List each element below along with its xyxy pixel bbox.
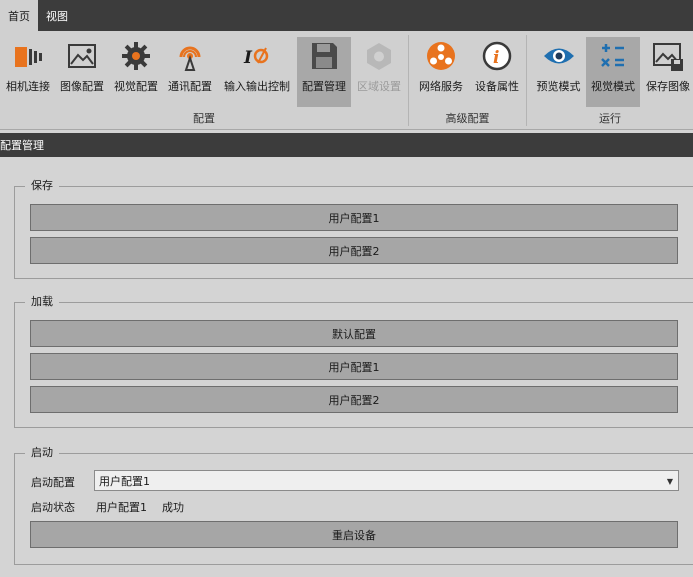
startup-group-title: 启动: [25, 446, 59, 460]
tab-view[interactable]: 视图: [38, 0, 76, 31]
save-image-button[interactable]: 保存图像: [642, 37, 693, 107]
eye-icon: [542, 39, 576, 73]
device-props-label: 设备属性: [475, 80, 519, 93]
ribbon-group-advanced-label: 高级配置: [445, 112, 490, 125]
vision-mode-button[interactable]: 视觉模式: [586, 37, 640, 107]
save-group-title: 保存: [25, 179, 59, 193]
comm-config-button[interactable]: 通讯配置: [164, 37, 216, 107]
region-icon: [362, 39, 396, 73]
section-title-bar: 配置管理: [0, 133, 693, 157]
preview-mode-label: 预览模式: [536, 80, 581, 93]
vision-config-label: 视觉配置: [114, 80, 158, 93]
ribbon-toolbar: 相机连接 图像配置 视觉配置 通讯配置 I 输入输出控制 配置管理 区域设置 配…: [0, 31, 693, 130]
io-icon: I: [240, 39, 274, 73]
section-title: 配置管理: [0, 139, 44, 152]
image-config-button[interactable]: 图像配置: [56, 37, 108, 107]
info-icon: i: [480, 39, 514, 73]
camera-connect-label: 相机连接: [6, 80, 50, 93]
load-default-config-button[interactable]: 默认配置: [30, 320, 678, 347]
restart-device-button[interactable]: 重启设备: [30, 521, 678, 548]
network-service-label: 网络服务: [419, 80, 463, 93]
vision-config-button[interactable]: 视觉配置: [110, 37, 162, 107]
load-group-title: 加载: [25, 295, 59, 309]
startup-status-config: 用户配置1: [96, 501, 147, 514]
save-image-icon: [651, 39, 685, 73]
network-service-button[interactable]: 网络服务: [415, 37, 467, 107]
startup-status-label: 启动状态: [31, 501, 75, 514]
startup-config-value: 用户配置1: [99, 474, 150, 488]
gear-icon: [119, 39, 153, 73]
device-props-button[interactable]: i 设备属性: [471, 37, 523, 107]
config-manage-button[interactable]: 配置管理: [297, 37, 351, 107]
region-settings-button[interactable]: 区域设置: [353, 37, 405, 107]
io-control-label: 输入输出控制: [224, 80, 290, 93]
image-config-label: 图像配置: [60, 80, 104, 93]
vision-mode-label: 视觉模式: [591, 80, 635, 93]
load-user-config-1-button[interactable]: 用户配置1: [30, 353, 678, 380]
svg-text:i: i: [493, 48, 499, 68]
antenna-icon: [173, 39, 207, 73]
config-manage-label: 配置管理: [302, 80, 346, 93]
camera-connect-icon: [11, 39, 45, 73]
region-settings-label: 区域设置: [357, 80, 401, 93]
tab-home[interactable]: 首页: [0, 0, 38, 31]
floppy-icon: [307, 39, 341, 73]
ribbon-group-run: 预览模式 视觉模式 保存图像 运行: [527, 31, 693, 130]
network-icon: [424, 39, 458, 73]
calculator-icon: [596, 39, 630, 73]
ribbon-group-run-label: 运行: [599, 112, 621, 125]
io-control-button[interactable]: I 输入输出控制: [220, 37, 294, 107]
ribbon-group-config: 相机连接 图像配置 视觉配置 通讯配置 I 输入输出控制 配置管理 区域设置 配…: [0, 31, 408, 130]
ribbon-group-config-label: 配置: [193, 112, 215, 125]
save-user-config-2-button[interactable]: 用户配置2: [30, 237, 678, 264]
save-image-label: 保存图像: [646, 80, 690, 93]
startup-config-select[interactable]: 用户配置1 ▼: [94, 470, 679, 491]
comm-config-label: 通讯配置: [168, 80, 212, 93]
preview-mode-button[interactable]: 预览模式: [531, 37, 586, 107]
startup-status-result: 成功: [162, 501, 184, 514]
save-groupbox: 保存: [14, 179, 693, 279]
camera-connect-button[interactable]: 相机连接: [2, 37, 54, 107]
image-icon: [65, 39, 99, 73]
ribbon-group-advanced: 网络服务 i 设备属性 高级配置: [409, 31, 526, 130]
ribbon-tab-bar: 首页 视图: [0, 0, 693, 31]
startup-config-label: 启动配置: [31, 476, 75, 489]
svg-text:I: I: [243, 48, 253, 68]
save-user-config-1-button[interactable]: 用户配置1: [30, 204, 678, 231]
load-user-config-2-button[interactable]: 用户配置2: [30, 386, 678, 413]
chevron-down-icon: ▼: [666, 477, 673, 486]
